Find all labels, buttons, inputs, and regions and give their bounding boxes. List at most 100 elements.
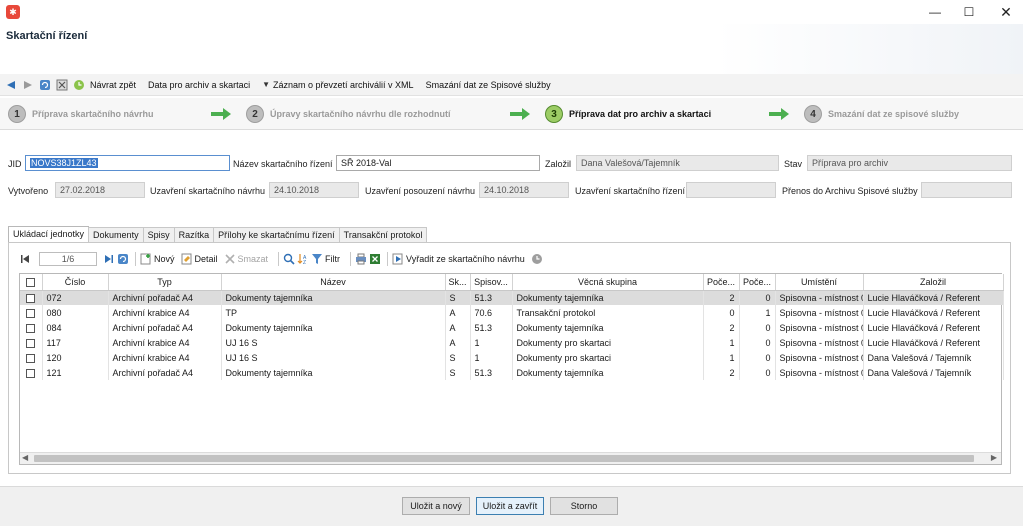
created-label: Vytvořeno — [8, 186, 49, 196]
cell-file-mark: 1 — [470, 335, 513, 350]
column-header[interactable]: Číslo — [42, 274, 109, 291]
new-icon[interactable] — [140, 253, 152, 265]
column-header[interactable]: Poče... — [703, 274, 740, 291]
pager-input[interactable]: 1/6 — [39, 252, 97, 266]
last-page-icon[interactable] — [103, 253, 115, 265]
cell-name: Dokumenty tajemníka — [221, 290, 446, 305]
column-header[interactable]: Poče... — [739, 274, 776, 291]
column-header[interactable]: Věcná skupina — [512, 274, 704, 291]
step-2[interactable]: 2 Úpravy skartačního návrhu dle rozhodnu… — [246, 105, 451, 123]
print-icon[interactable] — [355, 253, 367, 265]
table-row[interactable]: 084 Archivní pořadač A4 Dokumenty tajemn… — [20, 320, 1004, 335]
refresh-icon[interactable] — [38, 78, 52, 92]
step-1[interactable]: 1 Příprava skartačního návrhu — [8, 105, 154, 123]
delete-button[interactable]: Smazat — [238, 254, 269, 264]
cell-name: Dokumenty tajemníka — [221, 320, 446, 335]
detail-button[interactable]: Detail — [195, 254, 218, 264]
close-button[interactable]: ✕ — [989, 0, 1023, 24]
tab-files[interactable]: Spisy — [142, 227, 175, 242]
minimize-button[interactable]: — — [918, 0, 952, 24]
cell-founder: Dana Valešová / Tajemník — [863, 350, 1004, 365]
maximize-button[interactable]: ☐ — [952, 0, 986, 24]
back-arrow-icon[interactable] — [4, 78, 18, 92]
table-row[interactable]: 120 Archivní krabice A4 UJ 16 S S 1 Doku… — [20, 350, 1004, 365]
column-header[interactable]: Název — [221, 274, 446, 291]
save-and-new-button[interactable]: Uložit a nový — [402, 497, 470, 515]
column-header[interactable]: Umístění — [775, 274, 864, 291]
row-checkbox[interactable] — [20, 335, 43, 350]
first-page-icon[interactable] — [19, 253, 31, 265]
row-checkbox[interactable] — [20, 320, 43, 335]
filter-icon[interactable] — [311, 253, 323, 265]
row-checkbox[interactable] — [20, 290, 43, 305]
name-field[interactable]: SŘ 2018-Val — [336, 155, 540, 171]
horizontal-scrollbar[interactable]: ◀ ▶ — [20, 452, 1001, 464]
cell-type: Archivní krabice A4 — [108, 350, 222, 365]
new-button[interactable]: Nový — [154, 254, 175, 264]
cell-number: 121 — [42, 365, 109, 380]
step-3[interactable]: 3 Příprava dat pro archiv a skartaci — [545, 105, 711, 123]
jid-field[interactable]: NOVS38J1ZL43 — [25, 155, 230, 171]
cell-count-1: 1 — [703, 350, 740, 365]
row-checkbox[interactable] — [20, 350, 43, 365]
founder-label: Založil — [545, 159, 572, 169]
tab-transaction-log[interactable]: Transakční protokol — [338, 227, 428, 242]
search-icon[interactable] — [283, 253, 295, 265]
cell-type: Archivní krabice A4 — [108, 335, 222, 350]
name-label: Název skartačního řízení — [233, 159, 333, 169]
scroll-right-icon[interactable]: ▶ — [991, 453, 997, 462]
detail-icon[interactable] — [181, 253, 193, 265]
dialog-footer: Uložit a nový Uložit a zavřít Storno — [0, 486, 1023, 526]
exclude-button[interactable]: Vyřadit ze skartačního návrhu — [406, 254, 525, 264]
table-row[interactable]: 121 Archivní pořadač A4 Dokumenty tajemn… — [20, 365, 1004, 380]
storage-units-grid: Číslo Typ Název Sk... Spisov... Věcná sk… — [19, 273, 1004, 465]
scroll-left-icon[interactable]: ◀ — [22, 453, 28, 462]
transfer-field — [921, 182, 1012, 198]
step-label: Příprava skartačního návrhu — [32, 109, 154, 119]
row-checkbox[interactable] — [20, 365, 43, 380]
tab-attachments[interactable]: Přílohy ke skartačnímu řízení — [213, 227, 340, 242]
sort-icon[interactable]: AZ — [297, 253, 309, 265]
select-all-checkbox[interactable] — [20, 274, 43, 291]
tab-storage-units[interactable]: Ukládací jednotky — [8, 226, 90, 243]
step-4[interactable]: 4 Smazání dat ze spisové služby — [804, 105, 959, 123]
founder-field: Dana Valešová/Tajemník — [576, 155, 779, 171]
cell-name: TP — [221, 305, 446, 320]
tab-stamps[interactable]: Razítka — [173, 227, 215, 242]
toolbar-separator — [278, 252, 280, 266]
history-icon[interactable] — [531, 253, 543, 265]
row-checkbox[interactable] — [20, 305, 43, 320]
table-row[interactable]: 117 Archivní krabice A4 UJ 16 S A 1 Doku… — [20, 335, 1004, 350]
table-row[interactable]: 072 Archivní pořadač A4 Dokumenty tajemn… — [20, 290, 1004, 305]
window-titlebar: ✱ — ☐ ✕ — [0, 0, 1023, 24]
cell-file-mark: 51.3 — [470, 365, 513, 380]
archive-record-xml-button[interactable]: Záznam o převzetí archiválií v XML — [273, 80, 414, 90]
save-and-close-button[interactable]: Uložit a zavřít — [476, 497, 544, 515]
column-header[interactable]: Založil — [863, 274, 1004, 291]
cell-count-2: 1 — [739, 305, 776, 320]
dropdown-arrow-icon[interactable]: ▼ — [262, 80, 270, 89]
back-button[interactable]: Návrat zpět — [90, 80, 136, 90]
tab-documents[interactable]: Dokumenty — [88, 227, 144, 242]
table-row[interactable]: 080 Archivní krabice A4 TP A 70.6 Transa… — [20, 305, 1004, 320]
cell-file-mark: 1 — [470, 350, 513, 365]
step-number: 2 — [246, 105, 264, 123]
cancel-changes-icon[interactable] — [55, 78, 69, 92]
step-label: Smazání dat ze spisové služby — [828, 109, 960, 119]
delete-data-button[interactable]: Smazání dat ze Spisové služby — [426, 80, 551, 90]
refresh-icon[interactable] — [117, 253, 129, 265]
column-header[interactable]: Sk... — [445, 274, 471, 291]
exclude-icon[interactable] — [392, 253, 404, 265]
filter-button[interactable]: Filtr — [325, 254, 340, 264]
data-for-archive-button[interactable]: Data pro archiv a skartaci — [148, 80, 250, 90]
tab-panel: 1/6 Nový Detail Smazat AZ Filtr Vyřadit … — [8, 242, 1011, 474]
cancel-button[interactable]: Storno — [550, 497, 618, 515]
column-header[interactable]: Spisov... — [470, 274, 513, 291]
toolbar-separator — [387, 252, 389, 266]
column-header[interactable]: Typ — [108, 274, 222, 291]
excel-export-icon[interactable] — [369, 253, 381, 265]
history-icon[interactable] — [72, 78, 86, 92]
forward-arrow-icon[interactable] — [21, 78, 35, 92]
scrollbar-thumb[interactable] — [34, 455, 974, 462]
jid-value: NOVS38J1ZL43 — [30, 158, 98, 168]
